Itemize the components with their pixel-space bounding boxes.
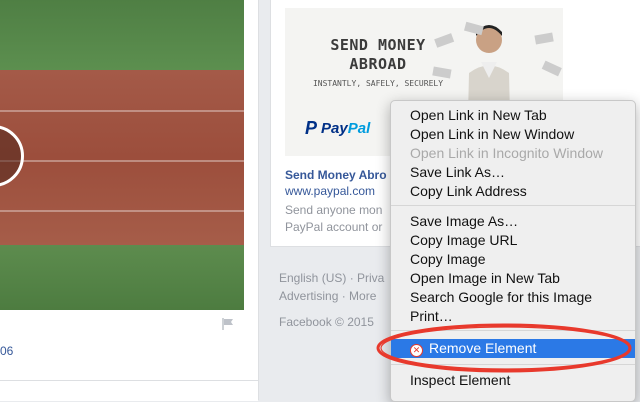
flag-icon[interactable] <box>222 318 234 330</box>
menu-item-copy-image[interactable]: Copy Image <box>391 250 635 269</box>
paypal-logo: P PayPal <box>305 118 370 139</box>
post-date[interactable]: 06 <box>0 344 13 358</box>
track-lane-line <box>0 160 244 162</box>
menu-item-open-link-incognito: Open Link in Incognito Window <box>410 145 603 161</box>
highlight-ellipse-annotation <box>376 323 632 373</box>
menu-separator <box>391 205 635 206</box>
ad-url-link[interactable]: www.paypal.com <box>285 184 375 198</box>
footer-links-line[interactable]: English (US) · Priva <box>279 269 384 287</box>
paypal-wordmark: PayPal <box>321 120 370 137</box>
menu-item-copy-link-address[interactable]: Copy Link Address <box>391 182 635 201</box>
footer-copyright: Facebook © 2015 <box>279 315 374 329</box>
ad-title-link[interactable]: Send Money Abro <box>285 168 387 182</box>
menu-item-open-link-new-window[interactable]: Open Link in New Window <box>391 125 635 144</box>
video-track <box>0 70 244 245</box>
ad-description-line: Send anyone mon <box>285 203 383 217</box>
menu-item-open-image-new-tab[interactable]: Open Image in New Tab <box>391 269 635 288</box>
menu-item-save-link-as[interactable]: Save Link As… <box>391 163 635 182</box>
paypal-pal: Pal <box>347 120 371 137</box>
page-footer: English (US) · Priva Advertising · More … <box>279 269 384 331</box>
ad-description-line: PayPal account or <box>285 220 383 234</box>
post-card: 06 <box>0 0 259 400</box>
flying-money-icon <box>432 21 562 79</box>
menu-item-open-link-new-tab[interactable]: Open Link in New Tab <box>391 106 635 125</box>
menu-item-copy-image-url[interactable]: Copy Image URL <box>391 231 635 250</box>
video-thumbnail[interactable] <box>0 0 244 310</box>
track-lane-line <box>0 210 244 212</box>
video-grass-top <box>0 0 244 70</box>
track-lane-line <box>0 110 244 112</box>
video-grass-bottom <box>0 245 244 310</box>
next-post-card <box>0 380 258 401</box>
ad-description: Send anyone mon PayPal account or <box>285 202 405 236</box>
footer-links-line[interactable]: Advertising · More <box>279 287 384 305</box>
paypal-pay: Pay <box>321 120 348 137</box>
paypal-mark-icon: P <box>305 118 318 138</box>
menu-item-search-google-image[interactable]: Search Google for this Image <box>391 288 635 307</box>
menu-item-save-image-as[interactable]: Save Image As… <box>391 212 635 231</box>
